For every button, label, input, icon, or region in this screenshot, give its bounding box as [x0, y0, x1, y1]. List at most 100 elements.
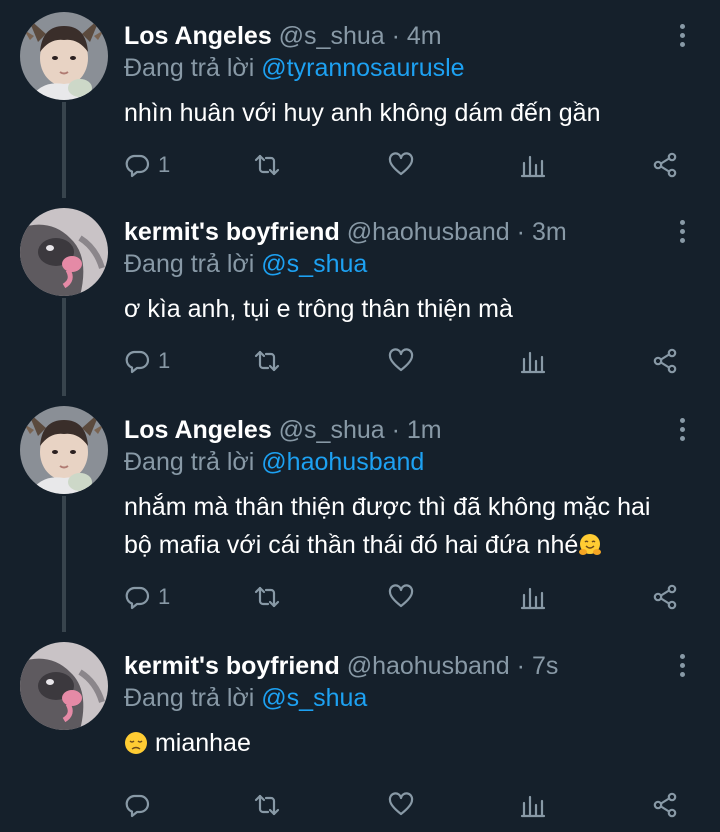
separator: · [516, 652, 525, 680]
like-button[interactable] [388, 788, 414, 822]
reply-count: 1 [158, 584, 171, 609]
tweet-text-body: mianhae [154, 729, 251, 757]
tweet-header: kermit's boyfriend @haohusband · 7s [124, 650, 558, 682]
user-handle[interactable]: @haohusband [347, 218, 510, 246]
more-options-icon[interactable] [672, 418, 692, 448]
avatar[interactable] [20, 406, 108, 494]
mention-link[interactable]: @haohusband [261, 448, 424, 476]
stats-icon [520, 348, 546, 374]
like-button[interactable] [388, 344, 414, 378]
separator: · [516, 218, 525, 246]
tweet-text-line: nhắm mà thân thiện được thì đã không mặc… [124, 493, 651, 521]
retweet-button[interactable] [254, 148, 280, 182]
replying-to: Đang trả lời @tyrannosaurusle [124, 52, 465, 84]
heart-icon [388, 584, 414, 610]
mention-link[interactable]: @tyrannosaurusle [261, 54, 464, 82]
display-name[interactable]: kermit's boyfriend [124, 652, 340, 680]
hugging-face-emoji [578, 533, 602, 557]
replying-to: Đang trả lời @s_shua [124, 248, 367, 280]
stats-button[interactable] [520, 788, 546, 822]
stats-icon [520, 584, 546, 610]
heart-icon [388, 792, 414, 818]
stats-button[interactable] [520, 580, 546, 614]
retweet-button[interactable] [254, 788, 280, 822]
tweet[interactable]: Los Angeles @s_shua · 1m Đang trả lời @h… [0, 406, 720, 636]
display-name[interactable]: Los Angeles [124, 22, 272, 50]
replying-prefix: Đang trả lời [124, 684, 255, 712]
action-bar: 1 [0, 148, 720, 182]
user-handle[interactable]: @haohusband [347, 652, 510, 680]
disappointed-face-emoji [124, 731, 148, 755]
display-name[interactable]: kermit's boyfriend [124, 218, 340, 246]
more-options-icon[interactable] [672, 24, 692, 54]
retweet-icon [254, 152, 280, 178]
like-button[interactable] [388, 148, 414, 182]
tweet[interactable]: kermit's boyfriend @haohusband · 7s Đang… [0, 642, 720, 832]
reply-button[interactable]: 1 [124, 148, 170, 182]
tweet-header: Los Angeles @s_shua · 1m [124, 414, 442, 446]
timestamp[interactable]: 3m [532, 218, 567, 246]
share-icon [652, 348, 678, 374]
stats-button[interactable] [520, 344, 546, 378]
heart-icon [388, 152, 414, 178]
replying-prefix: Đang trả lời [124, 448, 255, 476]
stats-icon [520, 152, 546, 178]
reply-icon [124, 792, 150, 818]
replying-prefix: Đang trả lời [124, 250, 255, 278]
reply-count: 1 [158, 348, 171, 373]
separator: · [391, 22, 400, 50]
reply-button[interactable] [124, 788, 158, 822]
retweet-button[interactable] [254, 580, 280, 614]
tweet[interactable]: kermit's boyfriend @haohusband · 3m Đang… [0, 208, 720, 398]
tweet-header: Los Angeles @s_shua · 4m [124, 20, 442, 52]
reply-button[interactable]: 1 [124, 344, 170, 378]
share-icon [652, 792, 678, 818]
like-button[interactable] [388, 580, 414, 614]
avatar[interactable] [20, 208, 108, 296]
retweet-icon [254, 348, 280, 374]
share-button[interactable] [652, 580, 678, 614]
user-handle[interactable]: @s_shua [279, 22, 385, 50]
reply-button[interactable]: 1 [124, 580, 170, 614]
timestamp[interactable]: 1m [407, 416, 442, 444]
tweet-header: kermit's boyfriend @haohusband · 3m [124, 216, 567, 248]
tweet-text-line: bộ mafia với cái thần thái đó hai đứa nh… [124, 526, 704, 564]
retweet-icon [254, 584, 280, 610]
share-icon [652, 152, 678, 178]
retweet-icon [254, 792, 280, 818]
tweet[interactable]: Los Angeles @s_shua · 4m Đang trả lời @t… [0, 12, 720, 202]
reply-icon [124, 152, 150, 178]
mention-link[interactable]: @s_shua [261, 684, 367, 712]
retweet-button[interactable] [254, 344, 280, 378]
share-icon [652, 584, 678, 610]
tweet-text: mianhae [124, 724, 704, 762]
more-options-icon[interactable] [672, 220, 692, 250]
timestamp[interactable]: 7s [532, 652, 558, 680]
avatar[interactable] [20, 642, 108, 730]
share-button[interactable] [652, 148, 678, 182]
mention-link[interactable]: @s_shua [261, 250, 367, 278]
stats-button[interactable] [520, 148, 546, 182]
separator: · [391, 416, 400, 444]
share-button[interactable] [652, 344, 678, 378]
replying-prefix: Đang trả lời [124, 54, 255, 82]
share-button[interactable] [652, 788, 678, 822]
reply-icon [124, 584, 150, 610]
user-handle[interactable]: @s_shua [279, 416, 385, 444]
replying-to: Đang trả lời @s_shua [124, 682, 367, 714]
reply-count: 1 [158, 152, 171, 177]
more-options-icon[interactable] [672, 654, 692, 684]
action-bar: 1 [0, 344, 720, 378]
heart-icon [388, 348, 414, 374]
tweet-text: nhắm mà thân thiện được thì đã không mặc… [124, 488, 704, 564]
tweet-text: ơ kìa anh, tụi e trông thân thiện mà [124, 295, 513, 323]
stats-icon [520, 792, 546, 818]
tweet-text-line-2: bộ mafia với cái thần thái đó hai đứa nh… [124, 531, 579, 559]
tweet-text: nhìn huân với huy anh không dám đến gần [124, 99, 601, 127]
reply-icon [124, 348, 150, 374]
timestamp[interactable]: 4m [407, 22, 442, 50]
replying-to: Đang trả lời @haohusband [124, 446, 424, 478]
display-name[interactable]: Los Angeles [124, 416, 272, 444]
action-bar [0, 788, 720, 822]
avatar[interactable] [20, 12, 108, 100]
